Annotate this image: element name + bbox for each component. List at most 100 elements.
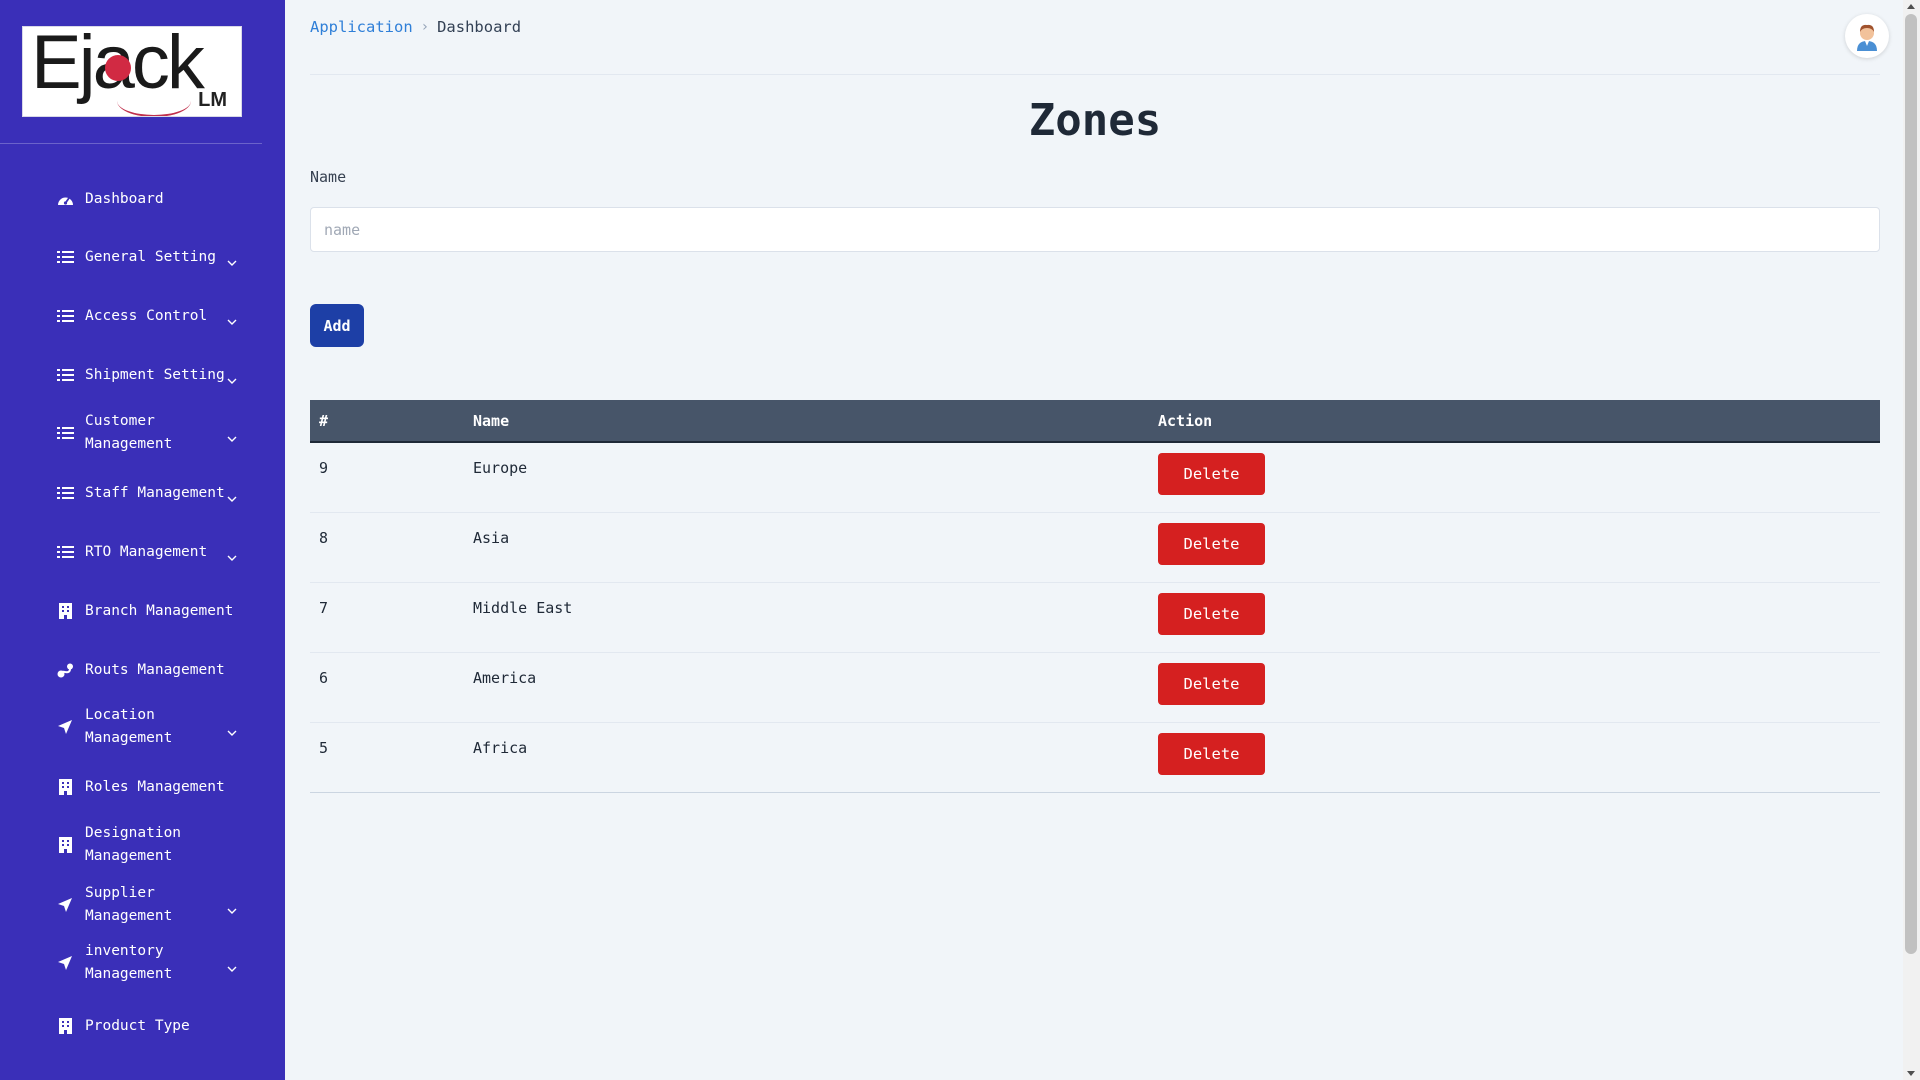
sidebar-item-label: Location Management (85, 707, 173, 746)
list-icon (56, 484, 74, 502)
list-icon (56, 424, 74, 442)
sidebar-item-general-setting[interactable]: General Setting (0, 234, 285, 280)
sidebar-item-customer-management[interactable]: Customer Management (0, 410, 285, 456)
sidebar: Ejack LM Dashboard General Setting Access … (0, 0, 285, 1080)
sidebar-item-label: General Setting (85, 248, 216, 265)
scrollbar-thumb[interactable] (1905, 14, 1917, 954)
sidebar-item-label: Branch Management (85, 602, 234, 619)
sidebar-item-designation-management[interactable]: Designation Management (0, 822, 285, 868)
delete-button[interactable]: Delete (1158, 593, 1265, 635)
table-row: 8 Asia Delete (310, 513, 1880, 583)
sidebar-item-rto-management[interactable]: RTO Management (0, 529, 285, 575)
page-scrollbar[interactable] (1903, 0, 1920, 1080)
sidebar-item-label: Customer Management (85, 413, 173, 452)
zones-table: # Name Action 9 Europe Delete 8 Asia Delete 7 M… (310, 400, 1880, 793)
breadcrumb-separator: › (420, 19, 430, 35)
logo-smile-icon (117, 85, 191, 116)
chevron-down-icon[interactable] (227, 958, 237, 972)
sidebar-item-supplier-management[interactable]: Supplier Management (0, 882, 285, 928)
delete-button[interactable]: Delete (1158, 663, 1265, 705)
dashboard-icon (56, 190, 74, 208)
sidebar-item-label: Roles Management (85, 778, 225, 795)
page-title: Zones (1028, 95, 1162, 146)
name-field-label: Name (310, 168, 347, 186)
sidebar-item-roles-management[interactable]: Roles Management (0, 764, 285, 810)
cell-name: Asia (473, 529, 510, 547)
add-button[interactable]: Add (310, 304, 364, 347)
column-header-name: Name (473, 411, 510, 430)
chevron-down-icon[interactable] (227, 252, 237, 266)
breadcrumb-current: Dashboard (437, 18, 522, 36)
chevron-down-icon[interactable] (227, 370, 237, 384)
list-icon (56, 543, 74, 561)
cell-id: 7 (319, 599, 329, 617)
sidebar-item-routs-management[interactable]: Routs Management (0, 647, 285, 693)
table-header: # Name Action (310, 400, 1880, 443)
chevron-down-icon[interactable] (227, 428, 237, 442)
sidebar-item-dashboard[interactable]: Dashboard (0, 176, 285, 222)
sidebar-item-inventory-management[interactable]: inventory Management (0, 940, 285, 986)
logo-mark-icon (105, 55, 131, 81)
sidebar-item-label: Designation Management (85, 825, 182, 864)
main-content: Application › Dashboard Zones Name Add #… (285, 0, 1903, 1080)
sidebar-item-label: Routs Management (85, 661, 225, 678)
breadcrumb-link-application[interactable]: Application (310, 18, 413, 36)
list-icon (56, 248, 74, 266)
scroll-down-arrow-icon[interactable] (1907, 1071, 1915, 1076)
chevron-down-icon[interactable] (227, 722, 237, 736)
cell-name: Africa (473, 739, 528, 757)
sidebar-item-label: Staff Management (85, 484, 225, 501)
delete-button[interactable]: Delete (1158, 733, 1265, 775)
sidebar-item-label: RTO Management (85, 543, 208, 560)
delete-button[interactable]: Delete (1158, 523, 1265, 565)
user-avatar-icon (1857, 24, 1877, 51)
header-divider (310, 74, 1880, 75)
list-icon (56, 307, 74, 325)
building-icon (56, 778, 74, 796)
sidebar-item-label: Shipment Setting (85, 366, 225, 383)
column-header-action: Action (1158, 411, 1213, 430)
column-header-id: # (319, 411, 329, 430)
building-icon (56, 1017, 74, 1035)
sidebar-item-label: Access Control (85, 307, 208, 324)
sidebar-item-label: Supplier Management (85, 885, 173, 924)
chevron-down-icon[interactable] (227, 547, 237, 561)
cell-id: 5 (319, 739, 329, 757)
building-icon (56, 602, 74, 620)
sidebar-item-staff-management[interactable]: Staff Management (0, 470, 285, 516)
scroll-up-arrow-icon[interactable] (1907, 4, 1915, 9)
cell-id: 8 (319, 529, 329, 547)
location-arrow-icon (56, 954, 74, 972)
table-row: 7 Middle East Delete (310, 583, 1880, 653)
table-row: 6 America Delete (310, 653, 1880, 723)
sidebar-item-shipment-setting[interactable]: Shipment Setting (0, 352, 285, 398)
logo-suffix: LM (198, 89, 227, 111)
sidebar-divider (0, 143, 262, 144)
cell-id: 6 (319, 669, 329, 687)
table-body: 9 Europe Delete 8 Asia Delete 7 Middle East Dele… (310, 443, 1880, 793)
chevron-down-icon[interactable] (227, 900, 237, 914)
table-row: 5 Africa Delete (310, 723, 1880, 793)
sidebar-item-label: Product Type (85, 1017, 190, 1034)
sidebar-item-branch-management[interactable]: Branch Management (0, 588, 285, 634)
brand-logo[interactable]: Ejack LM (22, 26, 242, 117)
route-icon (56, 661, 74, 679)
cell-name: Europe (473, 459, 528, 477)
sidebar-item-label: inventory Management (85, 943, 173, 982)
chevron-down-icon[interactable] (227, 311, 237, 325)
location-arrow-icon (56, 896, 74, 914)
chevron-down-icon[interactable] (227, 488, 237, 502)
breadcrumb: Application › Dashboard (310, 18, 521, 36)
list-icon (56, 366, 74, 384)
cell-name: America (473, 669, 537, 687)
cell-name: Middle East (473, 599, 573, 617)
delete-button[interactable]: Delete (1158, 453, 1265, 495)
sidebar-item-product-type[interactable]: Product Type (0, 1003, 285, 1049)
sidebar-item-access-control[interactable]: Access Control (0, 293, 285, 339)
name-input[interactable] (310, 207, 1880, 252)
sidebar-item-label: Dashboard (85, 190, 164, 207)
user-avatar[interactable] (1845, 14, 1889, 58)
cell-id: 9 (319, 459, 329, 477)
sidebar-item-location-management[interactable]: Location Management (0, 704, 285, 750)
building-icon (56, 836, 74, 854)
